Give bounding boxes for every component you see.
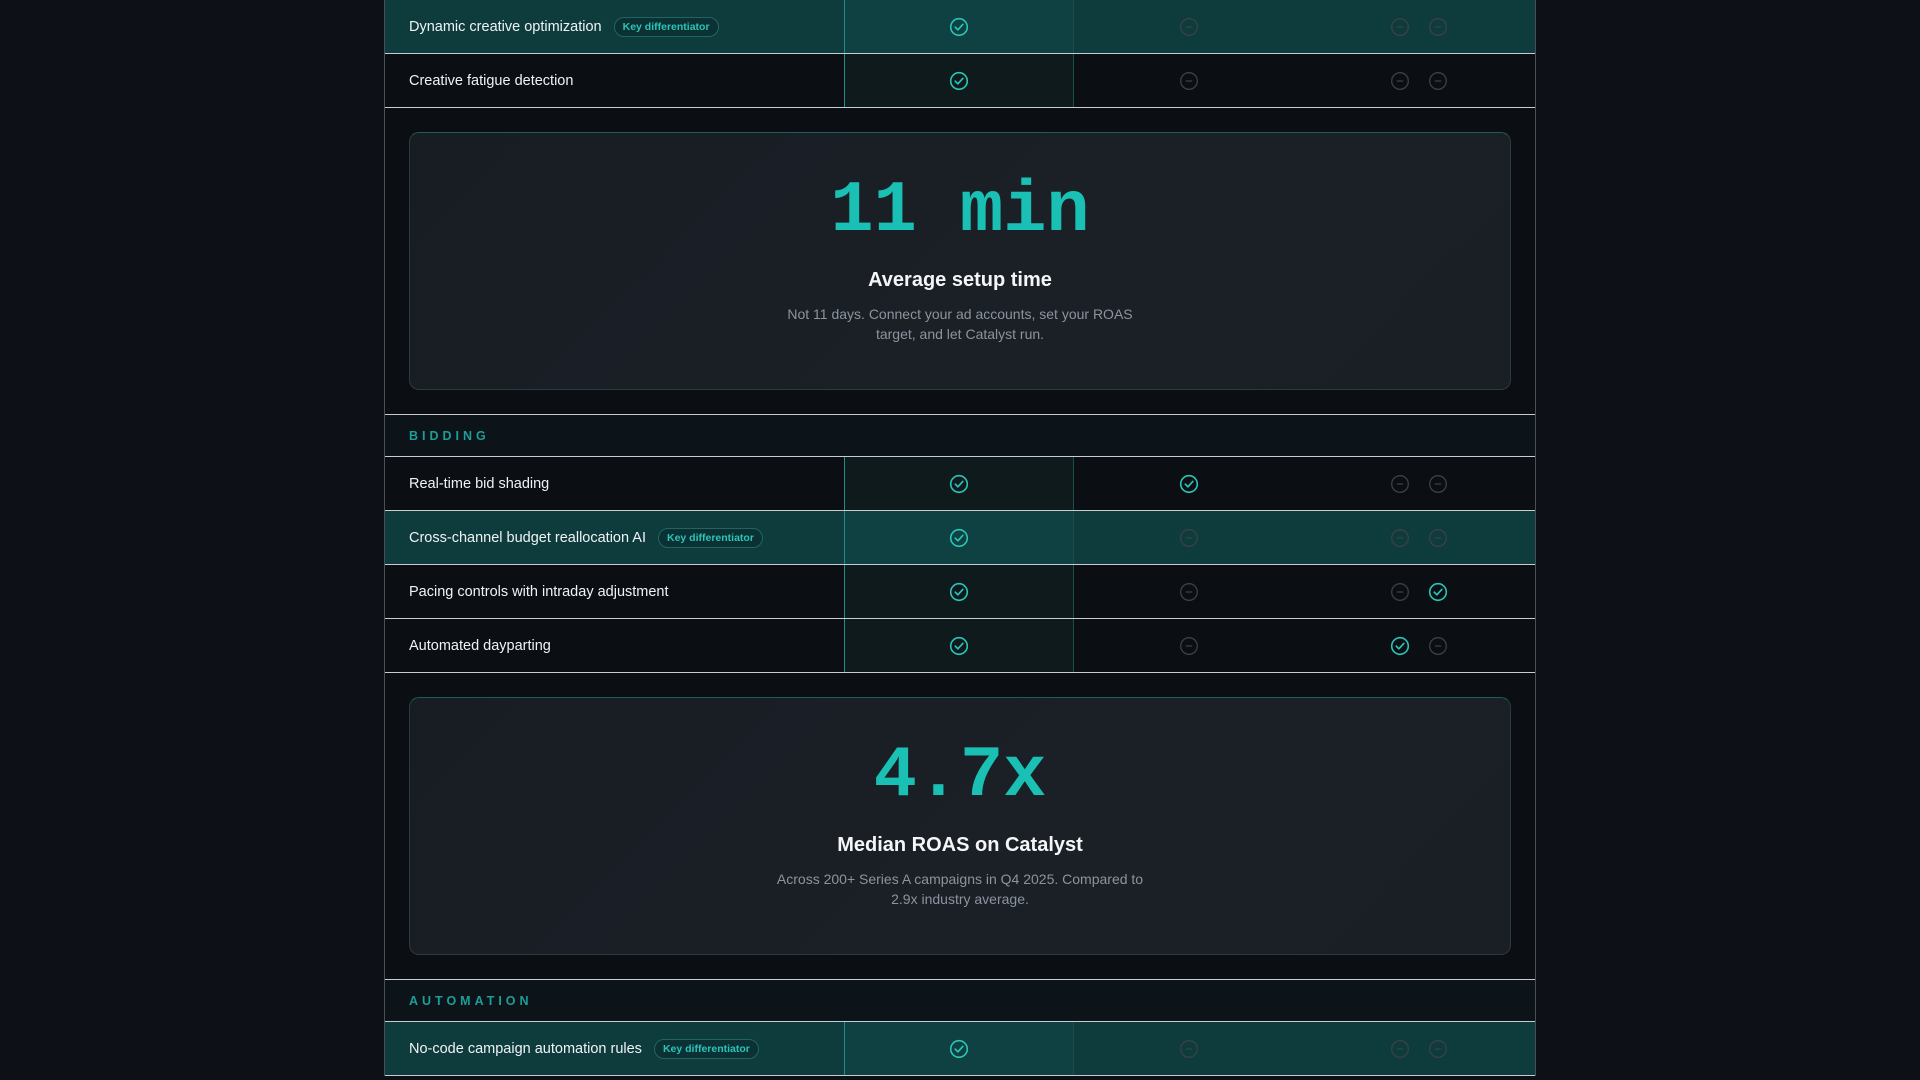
- dash-circle-icon: [1179, 528, 1199, 548]
- catalyst-cell: [845, 511, 1074, 564]
- dash-circle-icon: [1179, 582, 1199, 602]
- dash-circle-icon: [1390, 582, 1410, 602]
- feature-label: Real-time bid shading: [409, 475, 550, 492]
- feature-label: Dynamic creative optimization: [409, 18, 602, 35]
- check-circle-icon: [949, 71, 969, 91]
- competitor-cell: [1074, 1022, 1304, 1075]
- feature-cell: Dynamic creative optimization Key differe…: [385, 0, 846, 53]
- check-circle-icon: [1428, 582, 1448, 602]
- section-header-automation: AUTOMATION: [385, 980, 1535, 1022]
- stat-block-roas: 4.7x Median ROAS on Catalyst Across 200+…: [385, 673, 1535, 980]
- feature-label: Cross-channel budget reallocation AI: [409, 529, 646, 546]
- feature-comparison-table: Dynamic creative optimization Key differe…: [384, 0, 1536, 1076]
- feature-row: Real-time bid shading: [385, 457, 1535, 511]
- competitor-cell: [1303, 1022, 1535, 1075]
- dash-circle-icon: [1179, 71, 1199, 91]
- feature-cell: Automated dayparting: [385, 619, 846, 672]
- check-circle-icon: [949, 474, 969, 494]
- section-title: AUTOMATION: [409, 993, 533, 1008]
- key-differentiator-badge: Key differentiator: [657, 527, 763, 548]
- rows-group-top: Dynamic creative optimization Key differe…: [385, 0, 1535, 108]
- check-circle-icon: [949, 1039, 969, 1059]
- feature-cell: Cross-channel budget reallocation AI Key …: [385, 511, 846, 564]
- dash-circle-icon: [1428, 528, 1448, 548]
- competitor-cell: [1303, 457, 1535, 510]
- stat-value: 4.7x: [873, 735, 1047, 817]
- section-header-bidding: BIDDING: [385, 415, 1535, 457]
- feature-label: Pacing controls with intraday adjustment: [409, 583, 669, 600]
- dash-circle-icon: [1179, 1039, 1199, 1059]
- dash-circle-icon: [1390, 17, 1410, 37]
- catalyst-cell: [845, 1022, 1074, 1075]
- check-circle-icon: [949, 582, 969, 602]
- feature-row: Dynamic creative optimization Key differe…: [385, 0, 1535, 54]
- competitor-cell: [1303, 54, 1535, 107]
- dash-circle-icon: [1428, 71, 1448, 91]
- stat-label: Median ROAS on Catalyst: [837, 834, 1083, 856]
- check-circle-icon: [1390, 636, 1410, 656]
- competitor-cell: [1074, 565, 1304, 618]
- feature-cell: Creative fatigue detection: [385, 54, 846, 107]
- feature-label: No-code campaign automation rules: [409, 1040, 642, 1057]
- catalyst-cell: [845, 0, 1074, 53]
- competitor-cell: [1303, 565, 1535, 618]
- dash-circle-icon: [1179, 636, 1199, 656]
- catalyst-cell: [845, 54, 1074, 107]
- feature-row: Automated dayparting: [385, 619, 1535, 673]
- dash-circle-icon: [1390, 528, 1410, 548]
- feature-row: No-code campaign automation rules Key dif…: [385, 1022, 1535, 1076]
- dash-circle-icon: [1428, 636, 1448, 656]
- dash-circle-icon: [1428, 474, 1448, 494]
- feature-row: Pacing controls with intraday adjustment: [385, 565, 1535, 619]
- competitor-cell: [1074, 511, 1304, 564]
- stat-description: Across 200+ Series A campaigns in Q4 202…: [776, 871, 1144, 907]
- competitor-cell: [1303, 511, 1535, 564]
- competitor-cell: [1303, 0, 1535, 53]
- dash-circle-icon: [1428, 1039, 1448, 1059]
- feature-row: Cross-channel budget reallocation AI Key …: [385, 511, 1535, 565]
- competitor-cell: [1074, 54, 1304, 107]
- key-differentiator-badge: Key differentiator: [613, 16, 719, 37]
- stat-card: 11 min Average setup time Not 11 days. C…: [409, 132, 1511, 390]
- rows-group-automation: No-code campaign automation rules Key dif…: [385, 1022, 1535, 1076]
- catalyst-cell: [845, 619, 1074, 672]
- check-circle-icon: [949, 528, 969, 548]
- dash-circle-icon: [1390, 71, 1410, 91]
- dash-circle-icon: [1428, 17, 1448, 37]
- check-circle-icon: [949, 17, 969, 37]
- feature-cell: Real-time bid shading: [385, 457, 846, 510]
- competitor-cell: [1074, 619, 1304, 672]
- stat-value: 11 min: [830, 170, 1090, 252]
- feature-cell: Pacing controls with intraday adjustment: [385, 565, 846, 618]
- competitor-cell: [1303, 619, 1535, 672]
- feature-row: Creative fatigue detection: [385, 54, 1535, 108]
- competitor-cell: [1074, 457, 1304, 510]
- rows-group-bidding: Real-time bid shading Cross-channel budge…: [385, 457, 1535, 673]
- dash-circle-icon: [1390, 1039, 1410, 1059]
- stat-card: 4.7x Median ROAS on Catalyst Across 200+…: [409, 697, 1511, 955]
- competitor-cell: [1074, 0, 1304, 53]
- feature-label: Automated dayparting: [409, 637, 551, 654]
- stat-label: Average setup time: [868, 269, 1052, 291]
- catalyst-cell: [845, 565, 1074, 618]
- dash-circle-icon: [1390, 474, 1410, 494]
- feature-cell: No-code campaign automation rules Key dif…: [385, 1022, 846, 1075]
- stat-description: Not 11 days. Connect your ad accounts, s…: [787, 306, 1133, 342]
- check-circle-icon: [949, 636, 969, 656]
- check-circle-icon: [1179, 474, 1199, 494]
- catalyst-cell: [845, 457, 1074, 510]
- stat-block-setup: 11 min Average setup time Not 11 days. C…: [385, 108, 1535, 415]
- section-title: BIDDING: [409, 428, 490, 443]
- feature-label: Creative fatigue detection: [409, 72, 574, 89]
- dash-circle-icon: [1179, 17, 1199, 37]
- key-differentiator-badge: Key differentiator: [653, 1038, 759, 1059]
